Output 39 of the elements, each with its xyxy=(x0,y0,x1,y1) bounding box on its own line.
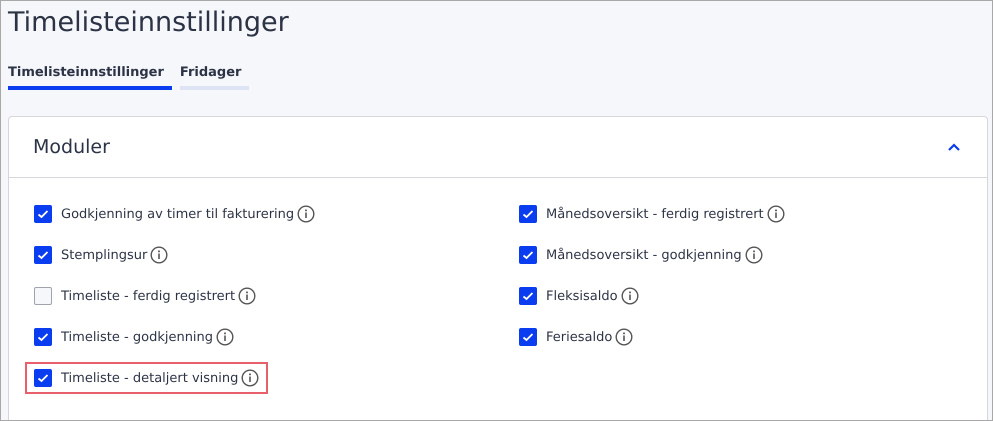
checkbox-label: Feriesaldo xyxy=(546,330,612,344)
checkbox-label: Månedsoversikt - godkjenning xyxy=(546,248,742,262)
checkbox[interactable] xyxy=(519,246,537,264)
check-icon xyxy=(37,250,49,260)
check-icon xyxy=(37,373,49,383)
checkbox[interactable] xyxy=(519,205,537,223)
checkbox-label: Timeliste - detaljert visning xyxy=(61,370,238,386)
check-icon xyxy=(522,250,534,260)
check-icon xyxy=(37,209,49,219)
checkbox[interactable] xyxy=(34,287,52,305)
info-icon[interactable] xyxy=(297,205,316,223)
info-icon[interactable] xyxy=(150,246,168,264)
check-icon xyxy=(522,209,534,219)
checkbox[interactable] xyxy=(34,205,52,223)
info-icon[interactable] xyxy=(620,287,639,305)
check-icon xyxy=(37,332,49,342)
checkbox[interactable] xyxy=(519,287,537,305)
tab[interactable]: Fridager xyxy=(180,65,250,90)
info-icon[interactable] xyxy=(766,205,785,223)
info-icon[interactable] xyxy=(241,369,260,387)
info-icon[interactable] xyxy=(615,328,634,346)
checkbox-label: Stemplingsur xyxy=(61,248,148,262)
check-icon xyxy=(522,332,534,342)
checkbox[interactable] xyxy=(34,328,52,346)
checkbox-label: Månedsoversikt - ferdig registrert xyxy=(546,206,764,222)
checkbox[interactable] xyxy=(519,328,537,346)
checkbox-label: Fleksisaldo xyxy=(546,288,618,304)
panel-title: Moduler xyxy=(33,136,110,158)
checkbox-label: Timeliste - ferdig registrert xyxy=(61,288,236,304)
checkbox[interactable] xyxy=(34,369,52,387)
page-title: Timelisteinnstillinger xyxy=(8,6,290,40)
info-icon[interactable] xyxy=(216,328,234,346)
info-icon[interactable] xyxy=(238,287,256,305)
check-icon xyxy=(522,291,534,301)
checkbox[interactable] xyxy=(34,246,52,264)
checkbox-label: Timeliste - godkjenning xyxy=(61,330,214,344)
tab[interactable]: Timelisteinnstillinger xyxy=(8,65,172,90)
info-icon[interactable] xyxy=(744,246,763,264)
checkbox-label: Godkjenning av timer til fakturering xyxy=(61,206,294,222)
